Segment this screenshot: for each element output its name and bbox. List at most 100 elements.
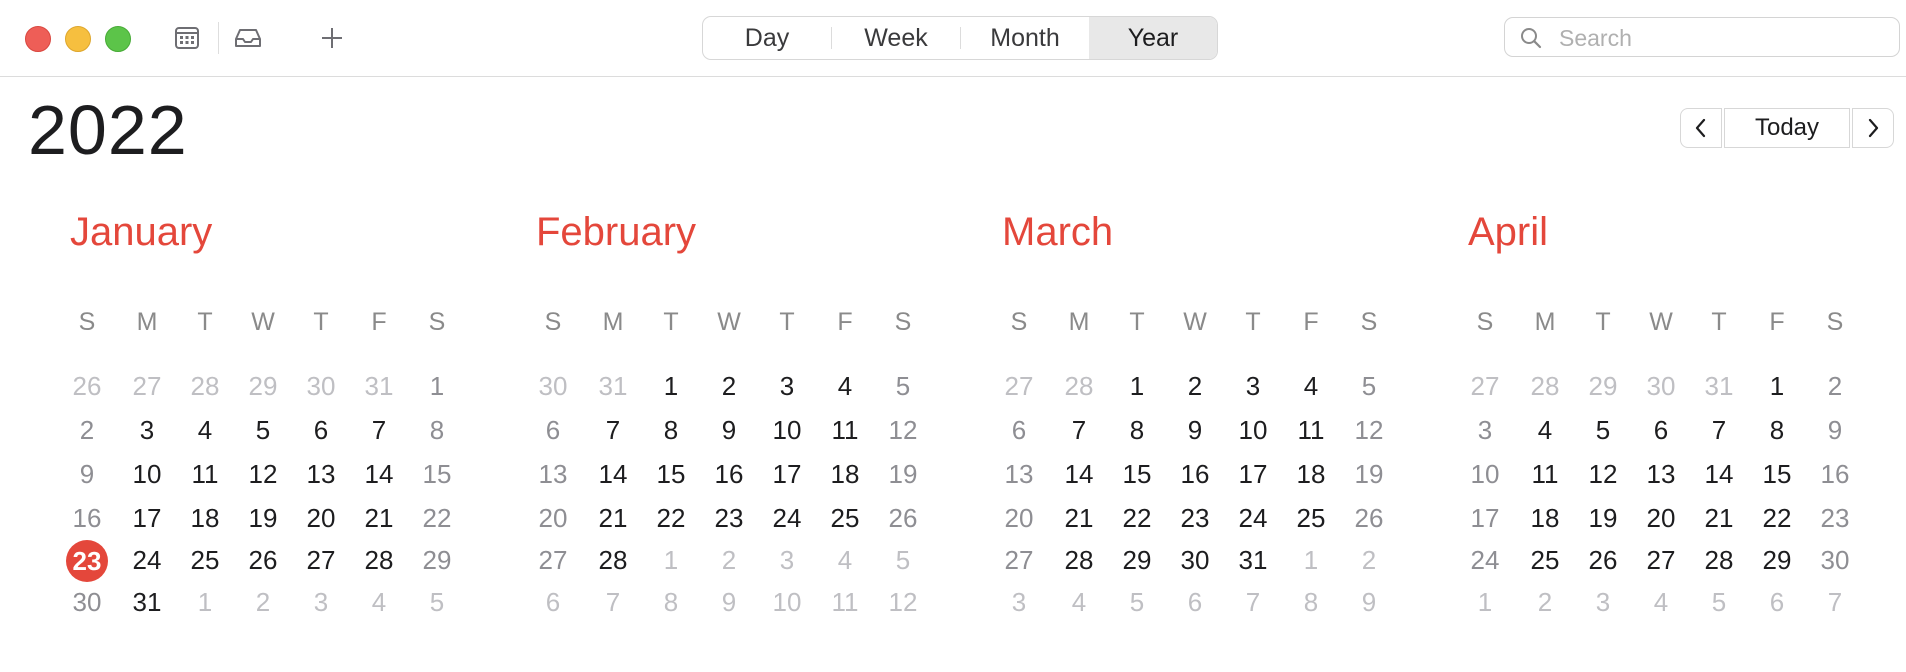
date-cell[interactable]: 8 xyxy=(1282,582,1340,622)
date-cell[interactable]: 8 xyxy=(1108,410,1166,450)
date-cell[interactable]: 8 xyxy=(1748,410,1806,450)
date-cell[interactable]: 13 xyxy=(524,454,582,494)
month-title[interactable]: March xyxy=(1002,210,1113,255)
previous-year-button[interactable] xyxy=(1680,108,1722,148)
date-cell[interactable]: 29 xyxy=(408,540,466,580)
date-cell[interactable]: 4 xyxy=(1282,366,1340,406)
date-cell[interactable]: 1 xyxy=(408,366,466,406)
date-cell[interactable]: 3 xyxy=(758,540,816,580)
date-cell[interactable]: 13 xyxy=(292,454,350,494)
today-date-cell[interactable]: 23 xyxy=(58,540,116,582)
date-cell[interactable]: 15 xyxy=(408,454,466,494)
date-cell[interactable]: 6 xyxy=(524,582,582,622)
date-cell[interactable]: 13 xyxy=(1632,454,1690,494)
date-cell[interactable]: 14 xyxy=(350,454,408,494)
date-cell[interactable]: 26 xyxy=(1574,540,1632,580)
date-cell[interactable]: 4 xyxy=(1516,410,1574,450)
date-cell[interactable]: 2 xyxy=(1340,540,1398,580)
date-cell[interactable]: 8 xyxy=(642,582,700,622)
date-cell[interactable]: 8 xyxy=(408,410,466,450)
date-cell[interactable]: 27 xyxy=(1632,540,1690,580)
date-cell[interactable]: 10 xyxy=(1224,410,1282,450)
tab-month[interactable]: Month xyxy=(961,17,1089,59)
date-cell[interactable]: 9 xyxy=(700,582,758,622)
date-cell[interactable]: 7 xyxy=(1050,410,1108,450)
date-cell[interactable]: 22 xyxy=(1748,498,1806,538)
date-cell[interactable]: 17 xyxy=(1224,454,1282,494)
date-cell[interactable]: 14 xyxy=(584,454,642,494)
date-cell[interactable]: 3 xyxy=(1224,366,1282,406)
date-cell[interactable]: 17 xyxy=(118,498,176,538)
date-cell[interactable]: 3 xyxy=(758,366,816,406)
date-cell[interactable]: 9 xyxy=(58,454,116,494)
date-cell[interactable]: 5 xyxy=(874,540,932,580)
date-cell[interactable]: 23 xyxy=(700,498,758,538)
date-cell[interactable]: 6 xyxy=(990,410,1048,450)
date-cell[interactable]: 24 xyxy=(758,498,816,538)
date-cell[interactable]: 1 xyxy=(1108,366,1166,406)
date-cell[interactable]: 2 xyxy=(1806,366,1864,406)
date-cell[interactable]: 16 xyxy=(58,498,116,538)
date-cell[interactable]: 6 xyxy=(1748,582,1806,622)
date-cell[interactable]: 30 xyxy=(524,366,582,406)
today-button[interactable]: Today xyxy=(1724,108,1850,148)
date-cell[interactable]: 3 xyxy=(1574,582,1632,622)
date-cell[interactable]: 21 xyxy=(1690,498,1748,538)
date-cell[interactable]: 15 xyxy=(1108,454,1166,494)
date-cell[interactable]: 25 xyxy=(176,540,234,580)
date-cell[interactable]: 30 xyxy=(1806,540,1864,580)
date-cell[interactable]: 20 xyxy=(990,498,1048,538)
date-cell[interactable]: 7 xyxy=(584,582,642,622)
month-title[interactable]: February xyxy=(536,210,696,255)
date-cell[interactable]: 16 xyxy=(1806,454,1864,494)
next-year-button[interactable] xyxy=(1852,108,1894,148)
date-cell[interactable]: 22 xyxy=(408,498,466,538)
date-cell[interactable]: 4 xyxy=(1632,582,1690,622)
date-cell[interactable]: 5 xyxy=(234,410,292,450)
date-cell[interactable]: 19 xyxy=(1574,498,1632,538)
search-field[interactable] xyxy=(1504,17,1900,58)
date-cell[interactable]: 31 xyxy=(118,582,176,622)
date-cell[interactable]: 2 xyxy=(1166,366,1224,406)
date-cell[interactable]: 17 xyxy=(758,454,816,494)
date-cell[interactable]: 12 xyxy=(234,454,292,494)
date-cell[interactable]: 28 xyxy=(1050,366,1108,406)
date-cell[interactable]: 28 xyxy=(1690,540,1748,580)
date-cell[interactable]: 15 xyxy=(642,454,700,494)
date-cell[interactable]: 10 xyxy=(758,410,816,450)
date-cell[interactable]: 2 xyxy=(234,582,292,622)
date-cell[interactable]: 22 xyxy=(1108,498,1166,538)
date-cell[interactable]: 29 xyxy=(1108,540,1166,580)
date-cell[interactable]: 5 xyxy=(408,582,466,622)
date-cell[interactable]: 18 xyxy=(176,498,234,538)
date-cell[interactable]: 28 xyxy=(1050,540,1108,580)
date-cell[interactable]: 20 xyxy=(1632,498,1690,538)
date-cell[interactable]: 7 xyxy=(1224,582,1282,622)
date-cell[interactable]: 24 xyxy=(1224,498,1282,538)
date-cell[interactable]: 31 xyxy=(584,366,642,406)
date-cell[interactable]: 27 xyxy=(990,366,1048,406)
date-cell[interactable]: 26 xyxy=(58,366,116,406)
date-cell[interactable]: 5 xyxy=(1574,410,1632,450)
date-cell[interactable]: 21 xyxy=(584,498,642,538)
date-cell[interactable]: 28 xyxy=(176,366,234,406)
date-cell[interactable]: 7 xyxy=(350,410,408,450)
close-window-button[interactable] xyxy=(25,26,51,52)
calendar-list-icon[interactable] xyxy=(170,21,204,55)
date-cell[interactable]: 25 xyxy=(1282,498,1340,538)
date-cell[interactable]: 27 xyxy=(524,540,582,580)
date-cell[interactable]: 22 xyxy=(642,498,700,538)
date-cell[interactable]: 4 xyxy=(816,540,874,580)
date-cell[interactable]: 26 xyxy=(234,540,292,580)
date-cell[interactable]: 4 xyxy=(1050,582,1108,622)
date-cell[interactable]: 23 xyxy=(1806,498,1864,538)
date-cell[interactable]: 19 xyxy=(874,454,932,494)
date-cell[interactable]: 5 xyxy=(1690,582,1748,622)
date-cell[interactable]: 19 xyxy=(234,498,292,538)
date-cell[interactable]: 9 xyxy=(700,410,758,450)
date-cell[interactable]: 25 xyxy=(816,498,874,538)
date-cell[interactable]: 1 xyxy=(642,540,700,580)
add-event-icon[interactable] xyxy=(315,21,349,55)
date-cell[interactable]: 5 xyxy=(874,366,932,406)
inbox-icon[interactable] xyxy=(231,21,265,55)
